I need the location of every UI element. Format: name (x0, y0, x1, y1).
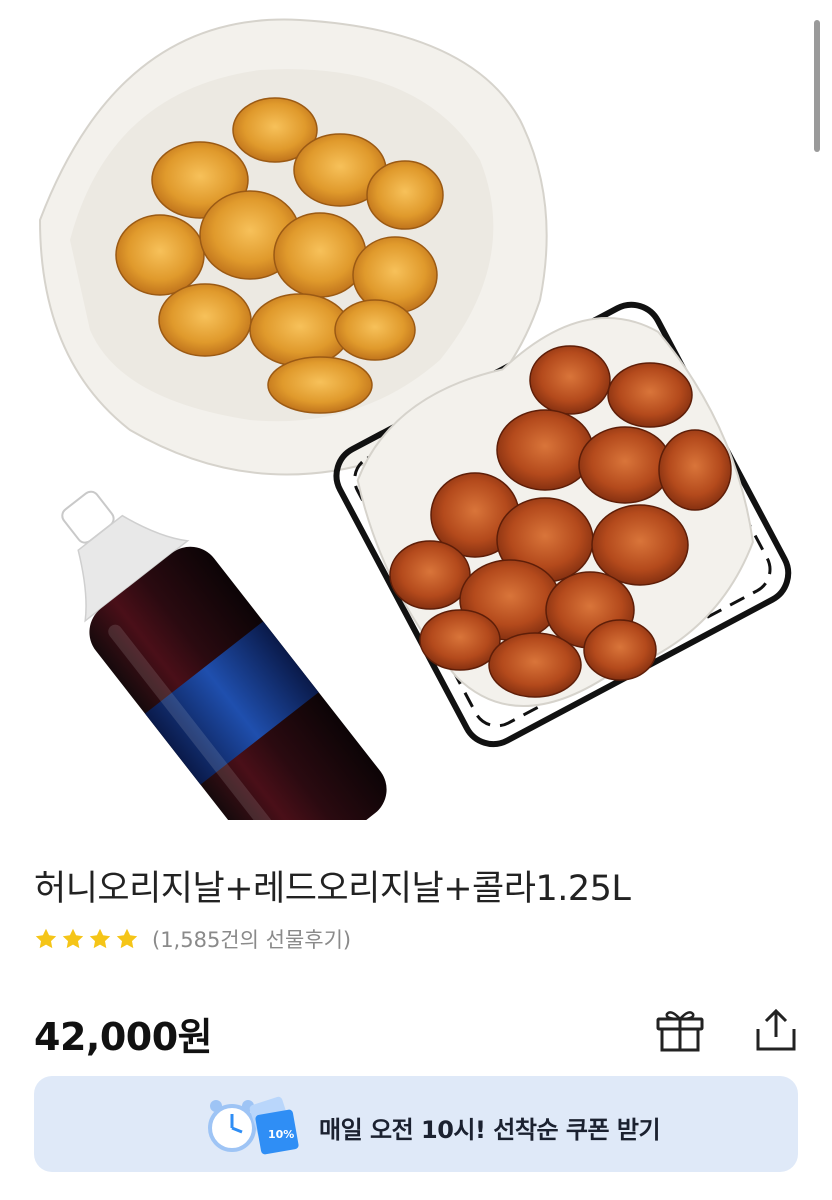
coupon-badge-text: 10% (268, 1128, 294, 1141)
product-illustration (38, 18, 792, 820)
star-icon (89, 928, 111, 949)
star-icon (35, 928, 57, 949)
star-rating (34, 927, 142, 951)
share-button[interactable] (750, 1004, 802, 1056)
gift-button[interactable] (654, 1004, 706, 1056)
product-image (0, 0, 832, 820)
star-icon (116, 928, 138, 949)
coupon-banner[interactable]: 10% 매일 오전 10시! 선착순 쿠폰 받기 (34, 1076, 798, 1172)
scroll-indicator[interactable] (814, 20, 820, 152)
product-title: 허니오리지날+레드오리지날+콜라1.25L (34, 869, 631, 909)
gift-icon (656, 1011, 704, 1052)
star-icon (62, 928, 84, 949)
product-price: 42,000원 (34, 1015, 213, 1059)
share-icon (756, 1008, 796, 1051)
alarm-clock-coupon-icon: 10% (208, 1096, 299, 1155)
coupon-banner-label: 매일 오전 10시! 선착순 쿠폰 받기 (319, 1116, 661, 1144)
cola-bottle (61, 490, 387, 820)
review-count-link[interactable]: (1,585건의 선물후기) (152, 924, 351, 954)
rating-row[interactable]: (1,585건의 선물후기) (34, 924, 351, 954)
